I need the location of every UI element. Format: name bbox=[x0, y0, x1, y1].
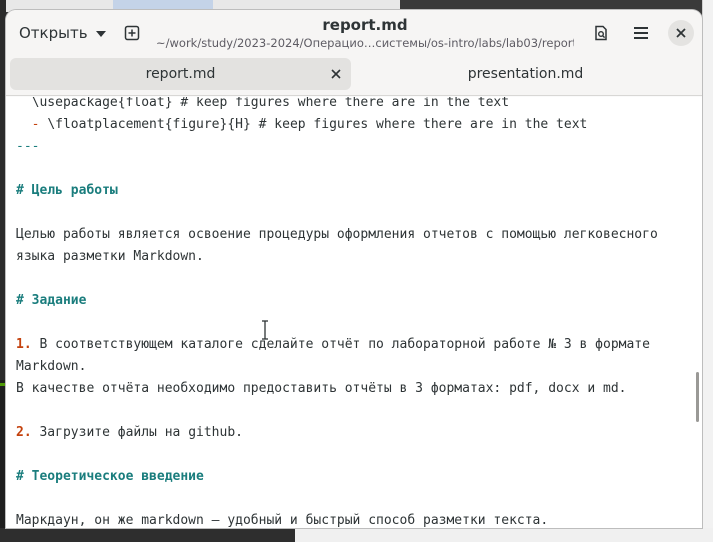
tab-label: presentation.md bbox=[467, 66, 584, 82]
new-tab-button[interactable] bbox=[117, 18, 147, 48]
background-right-window bbox=[702, 0, 713, 542]
editor-line: - \floatplacement{figure}{H} # keep figu… bbox=[16, 114, 588, 136]
open-button[interactable]: Открыть bbox=[12, 18, 114, 48]
list-number: 1. bbox=[16, 337, 32, 352]
markdown-rule: --- bbox=[16, 139, 40, 154]
background-bottom-window bbox=[295, 528, 713, 542]
editor-line: # Задание bbox=[16, 290, 86, 312]
headerbar: Открыть report.md ~/work/study/2023-2024… bbox=[6, 10, 702, 56]
tab-bar: report.md presentation.md bbox=[6, 56, 702, 96]
line-text: \usepackage{float} # keep figures where … bbox=[16, 97, 510, 110]
close-icon bbox=[676, 28, 686, 38]
tab-close-button[interactable] bbox=[329, 67, 343, 81]
line-text: Markdown. bbox=[16, 359, 87, 374]
editor-line: Целью работы является освоение процедуры… bbox=[16, 224, 658, 246]
scrollbar[interactable] bbox=[696, 372, 699, 422]
line-text: Целью работы является освоение процедуры… bbox=[16, 227, 658, 242]
window-title: report.md bbox=[322, 16, 408, 34]
line-text: Маркдаун, он же markdown — удобный и быс… bbox=[16, 513, 549, 528]
line-text: В качестве отчёта необходимо предоставит… bbox=[16, 381, 627, 396]
editor-line: 1. В соответствующем каталоге сделайте о… bbox=[16, 334, 650, 356]
editor-line: языка разметки Markdown. bbox=[16, 246, 204, 268]
list-number: 2. bbox=[16, 425, 32, 440]
editor-line: В качестве отчёта необходимо предоставит… bbox=[16, 378, 626, 400]
text-cursor-icon bbox=[262, 320, 268, 340]
tab-label: report.md bbox=[145, 66, 216, 82]
markdown-heading: # Задание bbox=[16, 293, 87, 308]
line-text: Загрузите файлы на github. bbox=[31, 425, 243, 440]
new-tab-icon bbox=[124, 25, 140, 41]
document-button[interactable] bbox=[586, 18, 616, 48]
close-icon bbox=[331, 69, 341, 79]
tab-presentation-md[interactable]: presentation.md bbox=[355, 58, 696, 90]
document-icon bbox=[595, 25, 607, 41]
editor-line: Markdown. bbox=[16, 356, 86, 378]
markdown-heading: # Цель работы bbox=[16, 183, 118, 198]
chevron-down-icon bbox=[95, 30, 106, 37]
editor-line: --- bbox=[16, 136, 39, 158]
editor-line: # Цель работы bbox=[16, 180, 118, 202]
editor-line: 2. Загрузите файлы на github. bbox=[16, 422, 243, 444]
markdown-heading: # Теоретическое введение bbox=[16, 469, 204, 484]
line-text: \floatplacement{figure}{H} # keep figure… bbox=[47, 117, 588, 132]
tab-report-md[interactable]: report.md bbox=[10, 58, 351, 90]
editor-line: # Теоретическое введение bbox=[16, 466, 204, 488]
hamburger-menu-icon bbox=[634, 27, 648, 39]
editor-line: \usepackage{float} # keep figures where … bbox=[16, 97, 509, 114]
list-dash: - bbox=[16, 117, 48, 132]
title-block: report.md ~/work/study/2023-2024/Операци… bbox=[156, 16, 574, 50]
text-view[interactable]: \usepackage{float} # keep figures where … bbox=[6, 97, 702, 528]
window-path: ~/work/study/2023-2024/Операцио…системы/… bbox=[156, 36, 574, 50]
main-menu-button[interactable] bbox=[626, 18, 656, 48]
line-text: языка разметки Markdown. bbox=[16, 249, 204, 264]
editor-line: Маркдаун, он же markdown — удобный и быс… bbox=[16, 510, 548, 528]
close-window-button[interactable] bbox=[668, 20, 694, 46]
open-button-label: Открыть bbox=[19, 24, 88, 42]
line-text: В соответствующем каталоге сделайте отчё… bbox=[31, 337, 650, 352]
text-editor-window: Открыть report.md ~/work/study/2023-2024… bbox=[6, 10, 702, 528]
